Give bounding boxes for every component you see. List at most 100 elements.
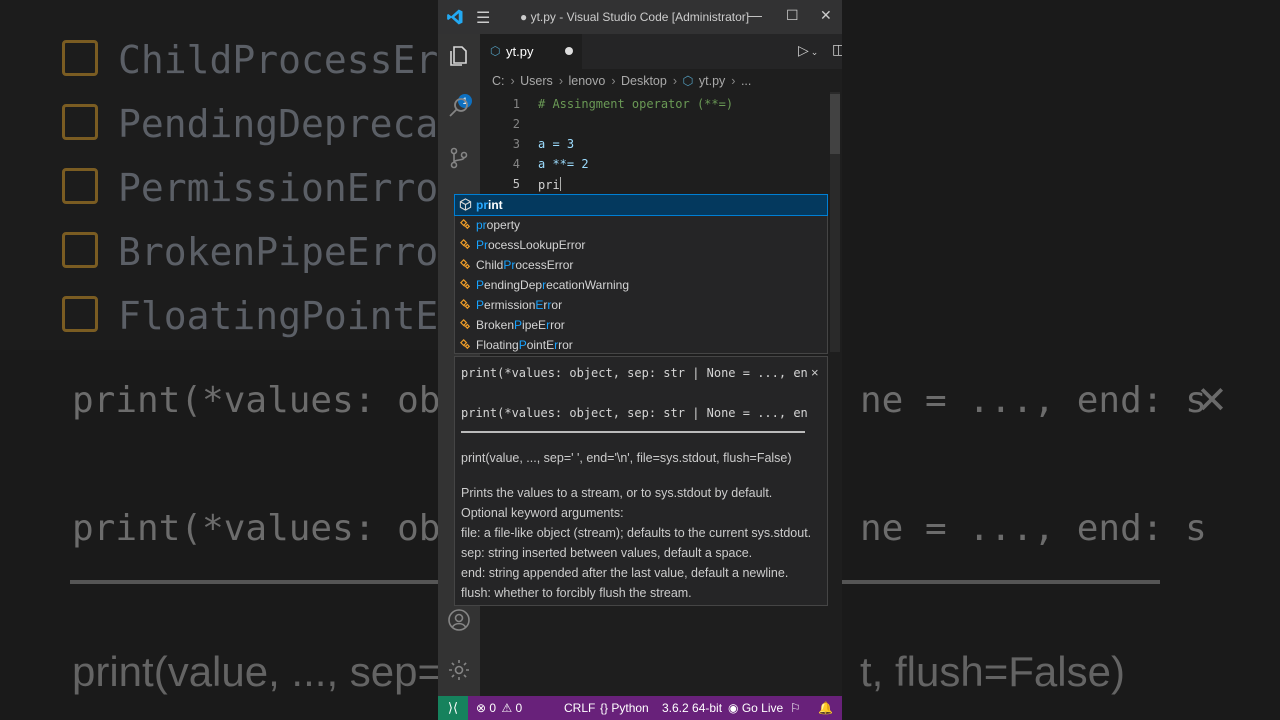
tab-yt-py[interactable]: ⬡ yt.py <box>480 34 582 69</box>
suggestion-item[interactable]: print <box>454 194 828 216</box>
suggestion-details-panel: print(*values: object, sep: str | None =… <box>454 356 828 606</box>
breadcrumb-item[interactable]: lenovo <box>568 74 605 88</box>
problems-indicator[interactable]: ⊗ 0 ⚠ 0 <box>476 701 522 715</box>
breadcrumb-item[interactable]: yt.py <box>699 74 725 88</box>
class-icon <box>460 319 471 330</box>
run-python-file-icon[interactable]: ▷ ⌄ <box>798 42 818 59</box>
search-icon[interactable] <box>447 96 471 120</box>
status-bar: ⟩⟨ ⊗ 0 ⚠ 0 CRLF {} Python 3.6.2 64-bit ◉… <box>438 696 842 720</box>
breadcrumb-item[interactable]: ... <box>741 74 751 88</box>
error-count: 0 <box>489 701 497 715</box>
doc-description: file: a file-like object (stream); defau… <box>461 526 812 540</box>
chevron-right-icon: › <box>731 74 736 88</box>
background-suggestion: BrokenPipeError <box>118 230 462 274</box>
background-class-icon <box>62 168 98 204</box>
code-line: # Assingment operator (**=) <box>538 97 734 111</box>
language-mode[interactable]: {} Python <box>600 701 649 715</box>
background-doc-right: t, flush=False) <box>860 648 1125 695</box>
method-cube-icon <box>459 198 472 211</box>
warning-icon: ⚠ <box>501 701 513 715</box>
vscode-logo-icon <box>447 9 463 25</box>
background-class-icon <box>62 104 98 140</box>
python-icon: ⬡ <box>490 44 501 58</box>
warning-count: 0 <box>515 701 523 715</box>
suggestion-list: print property ProcessLookupError ChildP… <box>454 194 828 354</box>
suggestion-item[interactable]: PermissionError <box>455 295 827 315</box>
breadcrumb-item[interactable]: Users <box>520 74 553 88</box>
minimize-button[interactable]: — <box>748 7 762 23</box>
code-line: pri <box>538 177 561 192</box>
signature-line: print(*values: object, sep: str | None =… <box>461 406 807 420</box>
code-line: a = 3 <box>538 137 575 151</box>
background-signature-right: ne = ..., end: s <box>860 508 1207 549</box>
doc-description: flush: whether to forcibly flush the str… <box>461 586 692 600</box>
class-icon <box>460 279 471 290</box>
chevron-right-icon: › <box>558 74 563 88</box>
breadcrumb-item[interactable]: C: <box>492 74 505 88</box>
source-control-icon[interactable] <box>447 146 471 170</box>
braces-icon: {} <box>600 701 609 715</box>
explorer-icon[interactable] <box>447 44 471 68</box>
scrollbar-thumb[interactable] <box>830 94 840 154</box>
suggestion-item[interactable]: property <box>455 215 827 235</box>
suggestion-item[interactable]: BrokenPipeError <box>455 315 827 335</box>
line-number: 2 <box>512 117 520 131</box>
line-number: 3 <box>512 137 520 151</box>
background-suggestion: PermissionError <box>118 166 462 210</box>
background-signature-right: ne = ..., end: s <box>860 380 1207 421</box>
class-icon <box>460 259 471 270</box>
notifications-bell-icon[interactable]: 🔔 <box>818 701 833 715</box>
vscode-window: ☰ ● yt.py - Visual Studio Code [Administ… <box>438 0 842 720</box>
doc-description: end: string appended after the last valu… <box>461 566 789 580</box>
doc-description: Optional keyword arguments: <box>461 506 624 520</box>
line-number: 4 <box>512 157 520 171</box>
remote-indicator-icon[interactable]: ⟩⟨ <box>438 696 468 720</box>
settings-gear-icon[interactable] <box>447 658 471 688</box>
eol-indicator[interactable]: CRLF <box>564 701 595 715</box>
doc-description: Prints the values to a stream, or to sys… <box>461 486 773 500</box>
background-signature-left: print(*values: obj <box>72 380 463 421</box>
doc-description: sep: string inserted between values, def… <box>461 546 753 560</box>
go-live-button[interactable]: ◉ Go Live <box>728 701 783 715</box>
editor-tabs: ⬡ yt.py ▷⌄ ◫ ··· <box>480 34 842 69</box>
broadcast-icon: ◉ <box>728 701 739 715</box>
close-icon[interactable]: × <box>811 365 819 380</box>
line-number: 1 <box>512 97 520 111</box>
hamburger-menu-icon[interactable]: ☰ <box>476 8 490 28</box>
suggestion-item[interactable]: ChildProcessError <box>455 255 827 275</box>
suggestion-item[interactable]: FloatingPointError <box>455 335 827 355</box>
split-editor-icon[interactable]: ◫ <box>832 41 842 58</box>
go-live-label: Go Live <box>741 701 784 715</box>
window-title: ● yt.py - Visual Studio Code [Administra… <box>520 10 750 24</box>
breadcrumb: C: › Users › lenovo › Desktop › ⬡ yt.py › ... <box>492 73 753 88</box>
close-button[interactable]: ✕ <box>820 7 832 24</box>
suggestion-item[interactable]: ProcessLookupError <box>455 235 827 255</box>
feedback-icon[interactable]: ⚐ <box>790 701 801 715</box>
suggestion-item[interactable]: PendingDeprecationWarning <box>455 275 827 295</box>
background-close-icon: ✕ <box>1196 380 1228 422</box>
class-icon <box>460 299 471 310</box>
tab-label: yt.py <box>506 44 534 59</box>
chevron-right-icon: › <box>611 74 616 88</box>
background-suggestion: PendingDeprecat <box>118 102 462 146</box>
language-label: Python <box>611 701 649 715</box>
breadcrumb-item[interactable]: Desktop <box>621 74 667 88</box>
code-line: a **= 2 <box>538 157 589 171</box>
line-number: 5 <box>512 177 520 191</box>
class-icon <box>460 219 471 230</box>
class-icon <box>460 339 471 350</box>
background-doc-left: print(value, ..., sep=' ', <box>72 648 482 695</box>
account-icon[interactable] <box>447 608 471 638</box>
divider <box>461 431 805 433</box>
background-class-icon <box>62 40 98 76</box>
python-icon: ⬡ <box>682 74 694 88</box>
class-icon <box>460 239 471 250</box>
title-bar: ☰ ● yt.py - Visual Studio Code [Administ… <box>438 0 842 34</box>
maximize-button[interactable]: ☐ <box>786 7 799 24</box>
background-suggestion: FloatingPointEr <box>118 294 462 338</box>
unsaved-dot-icon[interactable] <box>565 47 573 55</box>
chevron-right-icon: › <box>672 74 677 88</box>
background-suggestion: ChildProcessErro <box>118 38 485 82</box>
python-interpreter[interactable]: 3.6.2 64-bit <box>662 701 722 715</box>
chevron-right-icon: › <box>510 74 515 88</box>
